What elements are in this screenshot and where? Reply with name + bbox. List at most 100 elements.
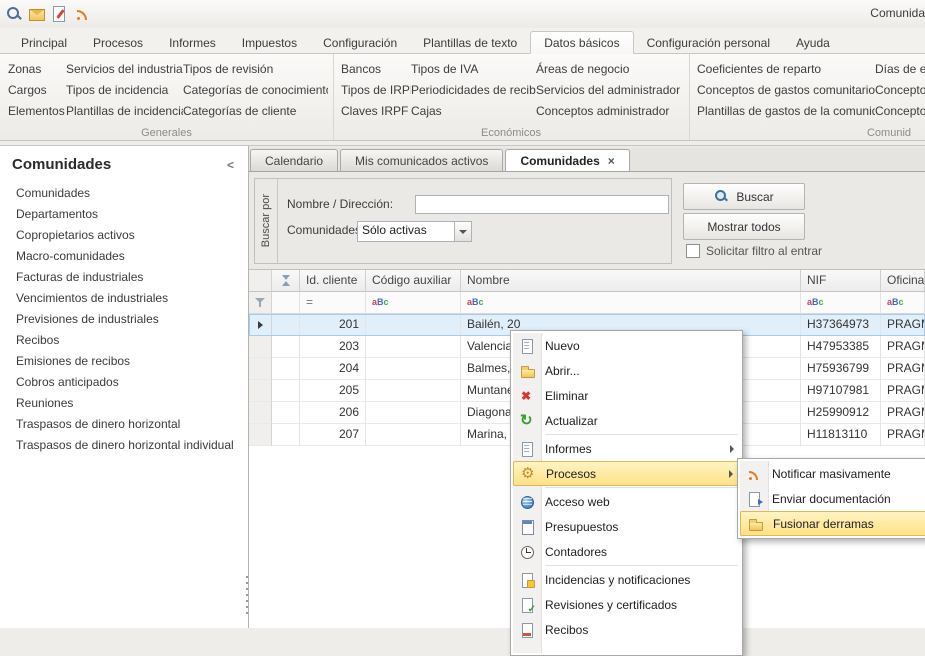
menu-item-informes[interactable]: Informes xyxy=(513,436,740,461)
sidebar-item-traspasos-horizontal-individual[interactable]: Traspasos de dinero horizontal individua… xyxy=(0,435,248,456)
ribbon-tab-configuracion[interactable]: Configuración xyxy=(310,32,410,53)
cell-icon xyxy=(272,380,300,402)
filter-nif-cell[interactable]: aBc xyxy=(801,292,881,314)
header-oficina[interactable]: Oficina xyxy=(881,270,925,292)
sidebar-item-copropietarios-activos[interactable]: Copropietarios activos xyxy=(0,225,248,246)
ribbon-link-dias-de-emision[interactable]: Días de em xyxy=(875,59,925,80)
ribbon-tab-informes[interactable]: Informes xyxy=(156,32,229,53)
sidebar-item-departamentos[interactable]: Departamentos xyxy=(0,204,248,225)
filter-nombre-cell[interactable]: aBc xyxy=(461,292,801,314)
ribbon-tab-principal[interactable]: Principal xyxy=(8,32,80,53)
menu-separator xyxy=(545,565,738,566)
sidebar-item-traspasos-horizontal[interactable]: Traspasos de dinero horizontal xyxy=(0,414,248,435)
filter-aux-cell[interactable]: aBc xyxy=(366,292,461,314)
solicitar-filtro-checkbox[interactable]: Solicitar filtro al entrar xyxy=(686,244,822,258)
ribbon-tab-plantillas-texto[interactable]: Plantillas de texto xyxy=(410,32,530,53)
ribbon-link-tipos-irpf[interactable]: Tipos de IRPF xyxy=(341,80,411,101)
ribbon-link-categorias-cliente[interactable]: Categorías de cliente xyxy=(183,101,328,122)
menu-item-nuevo[interactable]: Nuevo xyxy=(513,333,740,358)
sidebar-item-reuniones[interactable]: Reuniones xyxy=(0,393,248,414)
sidebar: Comunidades < Comunidades Departamentos … xyxy=(0,145,249,628)
ribbon-link-servicios-industrial[interactable]: Servicios del industrial xyxy=(66,59,183,80)
menu-item-recibos[interactable]: Recibos xyxy=(513,617,740,642)
search-group-label: Buscar por xyxy=(255,179,278,263)
cell-nif: H11813110 xyxy=(801,424,881,446)
ribbon-link-claves-irpf[interactable]: Claves IRPF xyxy=(341,101,411,122)
sidebar-item-recibos[interactable]: Recibos xyxy=(0,330,248,351)
sidebar-item-emisiones-recibos[interactable]: Emisiones de recibos xyxy=(0,351,248,372)
ribbon-link-cajas[interactable]: Cajas xyxy=(411,101,536,122)
sidebar-item-macro-comunidades[interactable]: Macro-comunidades xyxy=(0,246,248,267)
ribbon-tab-procesos[interactable]: Procesos xyxy=(80,32,156,53)
sidebar-item-comunidades[interactable]: Comunidades xyxy=(0,183,248,204)
menu-item-eliminar[interactable]: Eliminar xyxy=(513,383,740,408)
menu-item-acceso-web[interactable]: Acceso web xyxy=(513,489,740,514)
mostrar-todos-button[interactable]: Mostrar todos xyxy=(683,213,805,240)
sidebar-item-vencimientos-industriales[interactable]: Vencimientos de industriales xyxy=(0,288,248,309)
sidebar-item-cobros-anticipados[interactable]: Cobros anticipados xyxy=(0,372,248,393)
document-tab-strip: Calendario Mis comunicados activos Comun… xyxy=(249,148,925,172)
filter-id-cell[interactable]: = xyxy=(300,292,366,314)
communities-dropdown[interactable]: Sólo activas xyxy=(357,221,472,242)
menu-item-procesos[interactable]: Procesos xyxy=(513,461,740,486)
broadcast-icon[interactable] xyxy=(74,5,92,23)
filter-oficina-cell[interactable]: aBc xyxy=(881,292,925,314)
ribbon-link-bancos[interactable]: Bancos xyxy=(341,59,411,80)
ribbon-link-tipos-incidencia[interactable]: Tipos de incidencia xyxy=(66,80,183,101)
menu-item-contadores[interactable]: Contadores xyxy=(513,539,740,564)
ribbon-link-coeficientes-reparto[interactable]: Coeficientes de reparto xyxy=(697,59,875,80)
ribbon-link-periodicidades-recibo[interactable]: Periodicidades de recibo xyxy=(411,80,536,101)
ribbon-link-tipos-revision[interactable]: Tipos de revisión xyxy=(183,59,328,80)
ribbon-tab-impuestos[interactable]: Impuestos xyxy=(229,32,310,53)
sidebar-title: Comunidades xyxy=(12,156,111,173)
ribbon-tab-ayuda[interactable]: Ayuda xyxy=(783,32,843,53)
header-id-cliente[interactable]: Id. cliente xyxy=(300,270,366,292)
header-icon-cell[interactable] xyxy=(272,270,300,292)
gear-icon xyxy=(520,466,537,482)
ribbon-link-categorias-conocimiento[interactable]: Categorías de conocimiento xyxy=(183,80,328,101)
name-direction-input[interactable] xyxy=(415,195,669,214)
ribbon-tab-configuracion-personal[interactable]: Configuración personal xyxy=(634,32,783,53)
ribbon-link-areas-negocio[interactable]: Áreas de negocio xyxy=(536,59,686,80)
ribbon-link-conceptos-2[interactable]: Conceptos xyxy=(875,101,925,122)
ribbon-link-plantillas-incidencia[interactable]: Plantillas de incidencia xyxy=(66,101,183,122)
ribbon-link-conceptos-administrador[interactable]: Conceptos administrador xyxy=(536,101,686,122)
mail-icon[interactable] xyxy=(28,5,46,23)
close-tab-icon[interactable]: × xyxy=(608,156,615,166)
sidebar-item-previsiones-industriales[interactable]: Previsiones de industriales xyxy=(0,309,248,330)
submenu-item-enviar-documentacion[interactable]: Enviar documentación xyxy=(740,486,925,511)
dropdown-button[interactable] xyxy=(454,222,471,241)
cell-aux xyxy=(366,380,461,402)
ribbon-link-plantillas-gastos-comunidad[interactable]: Plantillas de gastos de la comunidad xyxy=(697,101,875,122)
buscar-button[interactable]: Buscar xyxy=(683,183,805,210)
ribbon-link-conceptos-1[interactable]: Conceptos xyxy=(875,80,925,101)
header-nif[interactable]: NIF xyxy=(801,270,881,292)
ribbon-link-cargos[interactable]: Cargos xyxy=(8,80,66,101)
ribbon-tab-datos-basicos[interactable]: Datos básicos xyxy=(530,31,633,54)
header-codigo-auxiliar[interactable]: Código auxiliar xyxy=(366,270,461,292)
header-nombre[interactable]: Nombre xyxy=(461,270,801,292)
submenu-item-fusionar-derramas[interactable]: Fusionar derramas xyxy=(740,511,925,536)
ribbon-link-conceptos-gastos-comunitarios[interactable]: Conceptos de gastos comunitarios xyxy=(697,80,875,101)
ribbon-link-servicios-administrador[interactable]: Servicios del administrador xyxy=(536,80,686,101)
sidebar-collapse-icon[interactable]: < xyxy=(227,158,234,172)
submenu-item-notificar-masivamente[interactable]: Notificar masivamente xyxy=(740,461,925,486)
ribbon-link-elementos[interactable]: Elementos xyxy=(8,101,66,122)
search-document-icon[interactable] xyxy=(5,5,23,23)
doc-tab-mis-comunicados[interactable]: Mis comunicados activos xyxy=(340,149,503,171)
menu-item-revisiones[interactable]: Revisiones y certificados xyxy=(513,592,740,617)
new-document-icon xyxy=(519,338,536,354)
filter-icon-cell[interactable] xyxy=(272,292,300,314)
ribbon-tab-strip: Principal Procesos Informes Impuestos Co… xyxy=(0,28,925,54)
ribbon-link-tipos-iva[interactable]: Tipos de IVA xyxy=(411,59,536,80)
edit-document-icon[interactable] xyxy=(51,5,69,23)
ribbon-link-zonas[interactable]: Zonas xyxy=(8,59,66,80)
sidebar-item-facturas-industriales[interactable]: Facturas de industriales xyxy=(0,267,248,288)
menu-item-abrir[interactable]: Abrir... xyxy=(513,358,740,383)
menu-item-incidencias[interactable]: Incidencias y notificaciones xyxy=(513,567,740,592)
doc-tab-comunidades[interactable]: Comunidades × xyxy=(505,149,629,171)
doc-tab-calendario[interactable]: Calendario xyxy=(250,149,338,171)
menu-item-presupuestos[interactable]: Presupuestos xyxy=(513,514,740,539)
menu-item-actualizar[interactable]: Actualizar xyxy=(513,408,740,433)
ribbon-group-economicos: Bancos Tipos de IRPF Claves IRPF Tipos d… xyxy=(333,54,690,140)
